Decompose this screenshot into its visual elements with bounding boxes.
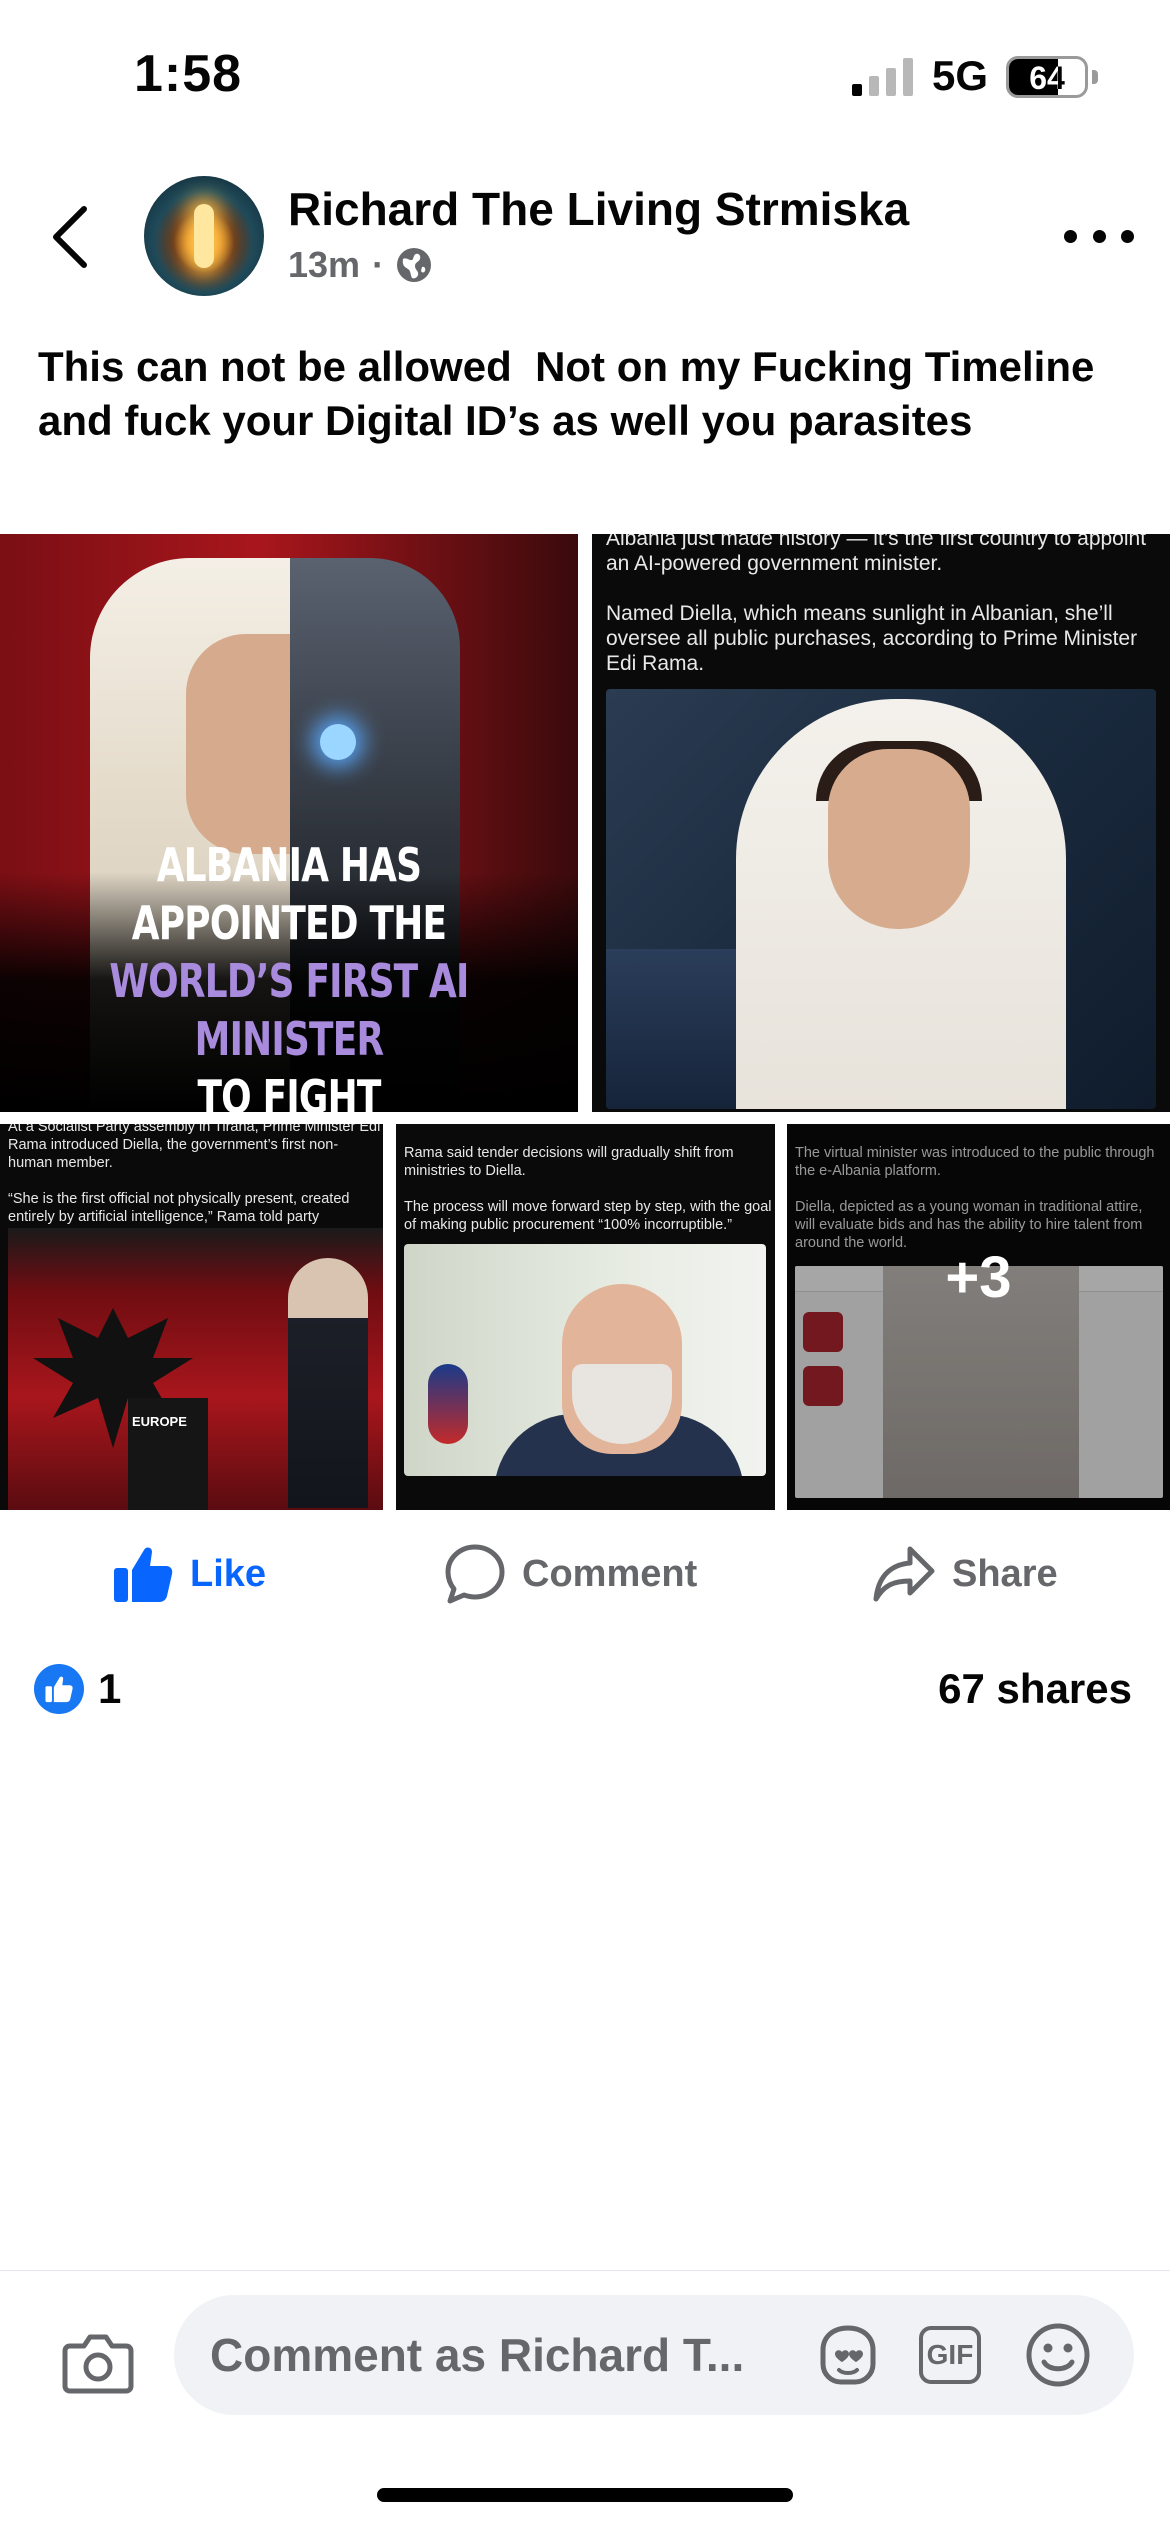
emoji-icon — [1026, 2323, 1090, 2387]
like-button[interactable]: Like — [112, 1542, 266, 1606]
battery-level: 64 — [1029, 60, 1065, 96]
post-image-2[interactable]: Albania just made history — it’s the fir… — [592, 534, 1170, 1112]
battery-icon: 64 — [1006, 56, 1088, 98]
avatar-sticker-icon — [820, 2325, 876, 2385]
status-time: 1:58 — [134, 45, 243, 103]
battery-nub — [1092, 70, 1098, 84]
chevron-left-icon — [53, 206, 87, 268]
post-meta: 13m · — [288, 244, 432, 286]
author-avatar[interactable] — [144, 176, 264, 296]
post-image-5[interactable]: The virtual minister was introduced to t… — [787, 1124, 1170, 1510]
comment-box[interactable]: GIF — [174, 2295, 1134, 2415]
share-arrow-icon — [873, 1546, 935, 1602]
post-image-3[interactable]: At a Socialist Party assembly in Tirana,… — [0, 1124, 383, 1510]
headline-line-3: TO FIGHT CORRUPTION — [197, 1070, 381, 1112]
gif-icon: GIF — [919, 2326, 981, 2384]
network-type: 5G — [932, 52, 989, 99]
like-reaction-icon — [34, 1664, 84, 1714]
more-photos-overlay[interactable]: +3 — [787, 1124, 1170, 1510]
gif-button[interactable]: GIF — [916, 2323, 984, 2387]
post-image-4[interactable]: Rama said tender decisions will graduall… — [396, 1124, 775, 1510]
comment-label: Comment — [522, 1552, 698, 1595]
minister-photo — [404, 1244, 766, 1476]
camera-icon — [62, 2334, 134, 2394]
post-actions: Like Comment Share — [0, 1510, 1170, 1630]
shares-count[interactable]: 67 shares — [938, 1664, 1132, 1714]
more-options-button[interactable] — [1064, 218, 1134, 254]
assembly-photo: EUROPE — [8, 1228, 383, 1510]
post-image-1[interactable]: ALBANIA HAS APPOINTED THE WORLD’S FIRST … — [0, 534, 578, 1112]
camera-button[interactable] — [60, 2325, 136, 2401]
post-text: This can not be allowed Not on my Fuckin… — [38, 343, 1107, 444]
meta-separator: · — [372, 244, 385, 285]
author-name[interactable]: Richard The Living Strmiska — [288, 182, 909, 236]
comment-button[interactable]: Comment — [444, 1542, 697, 1606]
thumbs-up-icon — [114, 1547, 173, 1602]
reactions-summary[interactable]: 1 — [34, 1664, 121, 1714]
post-time: 13m — [288, 244, 361, 285]
status-bar: 1:58 5G 64 — [0, 0, 1170, 150]
cellular-signal-icon — [852, 58, 914, 96]
like-label: Like — [190, 1552, 267, 1595]
image-headline: ALBANIA HAS APPOINTED THE WORLD’S FIRST … — [64, 836, 515, 1112]
back-button[interactable] — [40, 200, 100, 274]
globe-icon — [397, 248, 432, 282]
image-caption: Albania just made history — it’s the fir… — [606, 534, 1147, 675]
comment-bubble-icon — [445, 1544, 505, 1604]
image-caption: At a Socialist Party assembly in Tirana,… — [8, 1124, 381, 1243]
share-label: Share — [952, 1552, 1058, 1595]
image-caption: Rama said tender decisions will graduall… — [404, 1145, 772, 1233]
headline-line-2: WORLD’S FIRST AI MINISTER — [109, 954, 469, 1066]
comment-composer: GIF — [0, 2270, 1170, 2460]
more-dot — [1064, 229, 1077, 243]
reaction-count: 1 — [98, 1665, 122, 1712]
podium-label: EUROPE — [132, 1414, 187, 1429]
avatar-sticker-button[interactable] — [814, 2323, 882, 2387]
comment-input[interactable] — [210, 2295, 790, 2415]
share-button[interactable]: Share — [872, 1542, 1058, 1606]
more-photos-count: +3 — [945, 1244, 1012, 1310]
emoji-button[interactable] — [1024, 2323, 1092, 2387]
more-dot — [1121, 229, 1134, 243]
headline-line-1: ALBANIA HAS APPOINTED THE — [131, 838, 447, 950]
portrait-photo — [606, 689, 1156, 1109]
home-indicator[interactable] — [377, 2488, 793, 2502]
more-dot — [1092, 229, 1106, 243]
